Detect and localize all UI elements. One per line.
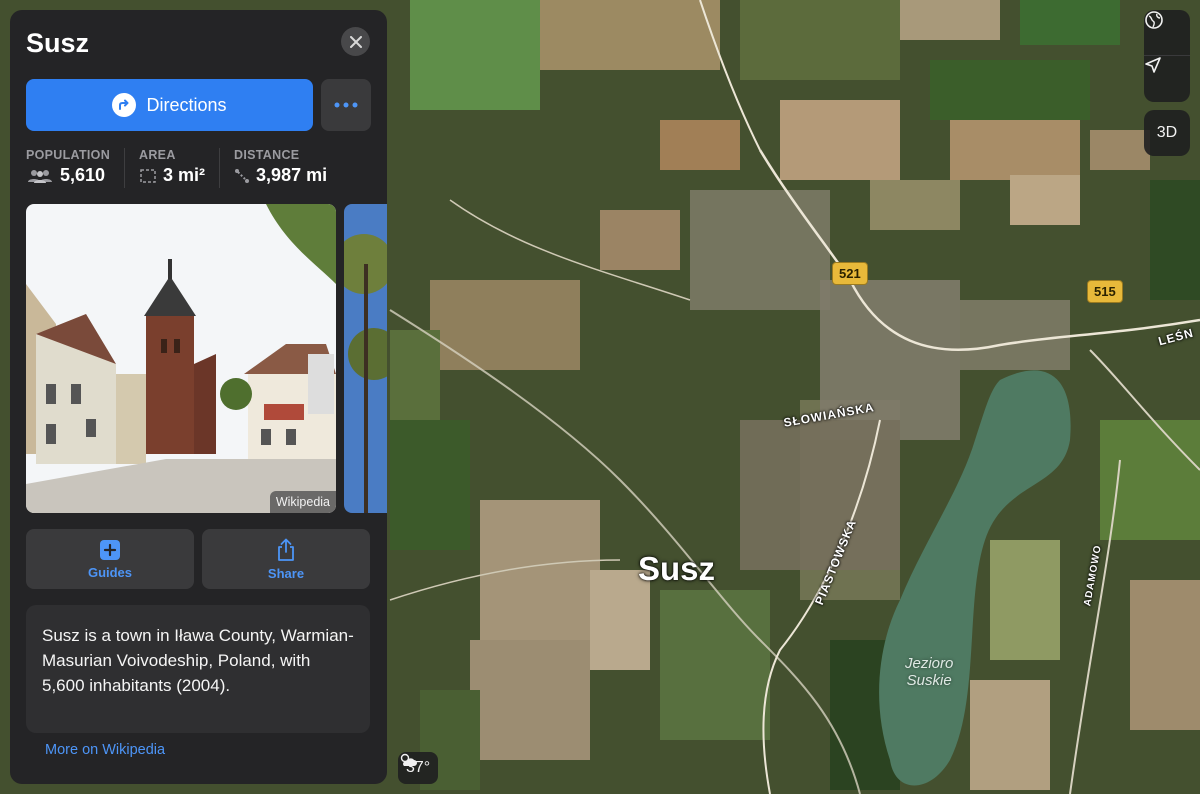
place-photo-second[interactable]	[344, 204, 387, 513]
globe-button[interactable]	[1144, 10, 1190, 56]
lake-label[interactable]: Jezioro Suskie	[905, 655, 953, 689]
directions-button[interactable]: Directions	[26, 79, 313, 131]
directions-label: Directions	[146, 94, 227, 115]
lake-label-line1: Jezioro	[905, 655, 954, 672]
close-icon	[349, 35, 362, 48]
photo-credit: Wikipedia	[269, 491, 336, 513]
area-icon	[140, 168, 156, 183]
more-on-wikipedia-link[interactable]: More on Wikipedia	[45, 742, 165, 758]
stat-area: AREA 3 mi²	[139, 148, 221, 188]
road-shield-515: 515	[1087, 280, 1123, 303]
three-d-button[interactable]: 3D	[1144, 110, 1190, 156]
globe-icon	[1145, 11, 1163, 29]
stat-label: POPULATION	[26, 148, 111, 162]
guides-label: Guides	[87, 564, 133, 580]
stat-value: 3,987 mi	[256, 165, 328, 185]
directions-icon	[112, 93, 137, 117]
place-stats: POPULATION 5,610 AREA 3 mi² DISTANCE 3,9…	[26, 148, 355, 188]
stat-value: 3 mi²	[163, 165, 206, 185]
city-map-label[interactable]: Susz	[638, 550, 715, 588]
location-arrow-icon	[1145, 57, 1161, 73]
lake-label-line2: Suskie	[906, 672, 952, 689]
stat-population: POPULATION 5,610	[26, 148, 126, 188]
people-icon	[28, 169, 52, 183]
place-description: Susz is a town in Iława County, Warmian-…	[26, 605, 370, 733]
stat-label: AREA	[139, 148, 176, 162]
place-card: Susz Directions POPULATION 5,610 AREA 3 …	[10, 10, 387, 784]
current-location-button[interactable]	[1144, 56, 1190, 102]
stat-distance: DISTANCE 3,987 mi	[234, 148, 341, 188]
route-icon	[235, 168, 250, 183]
add-to-guides-button[interactable]: Guides	[26, 529, 194, 589]
share-label: Share	[267, 565, 305, 581]
partly-cloudy-icon	[400, 753, 417, 766]
weather-widget[interactable]: 37°	[398, 752, 439, 784]
road-shield-521: 521	[832, 262, 868, 285]
add-guide-icon	[100, 539, 120, 560]
share-button[interactable]: Share	[202, 529, 370, 589]
place-title: Susz	[26, 28, 90, 58]
more-options-button[interactable]	[321, 79, 371, 131]
share-icon	[278, 538, 294, 561]
place-photo[interactable]: Wikipedia	[26, 204, 336, 513]
stat-value: 5,610	[60, 165, 106, 185]
close-button[interactable]	[341, 27, 370, 56]
more-dots-icon	[334, 102, 358, 108]
town-photo-image	[26, 204, 336, 513]
stat-label: DISTANCE	[234, 148, 300, 162]
tree-photo-image	[344, 204, 387, 513]
